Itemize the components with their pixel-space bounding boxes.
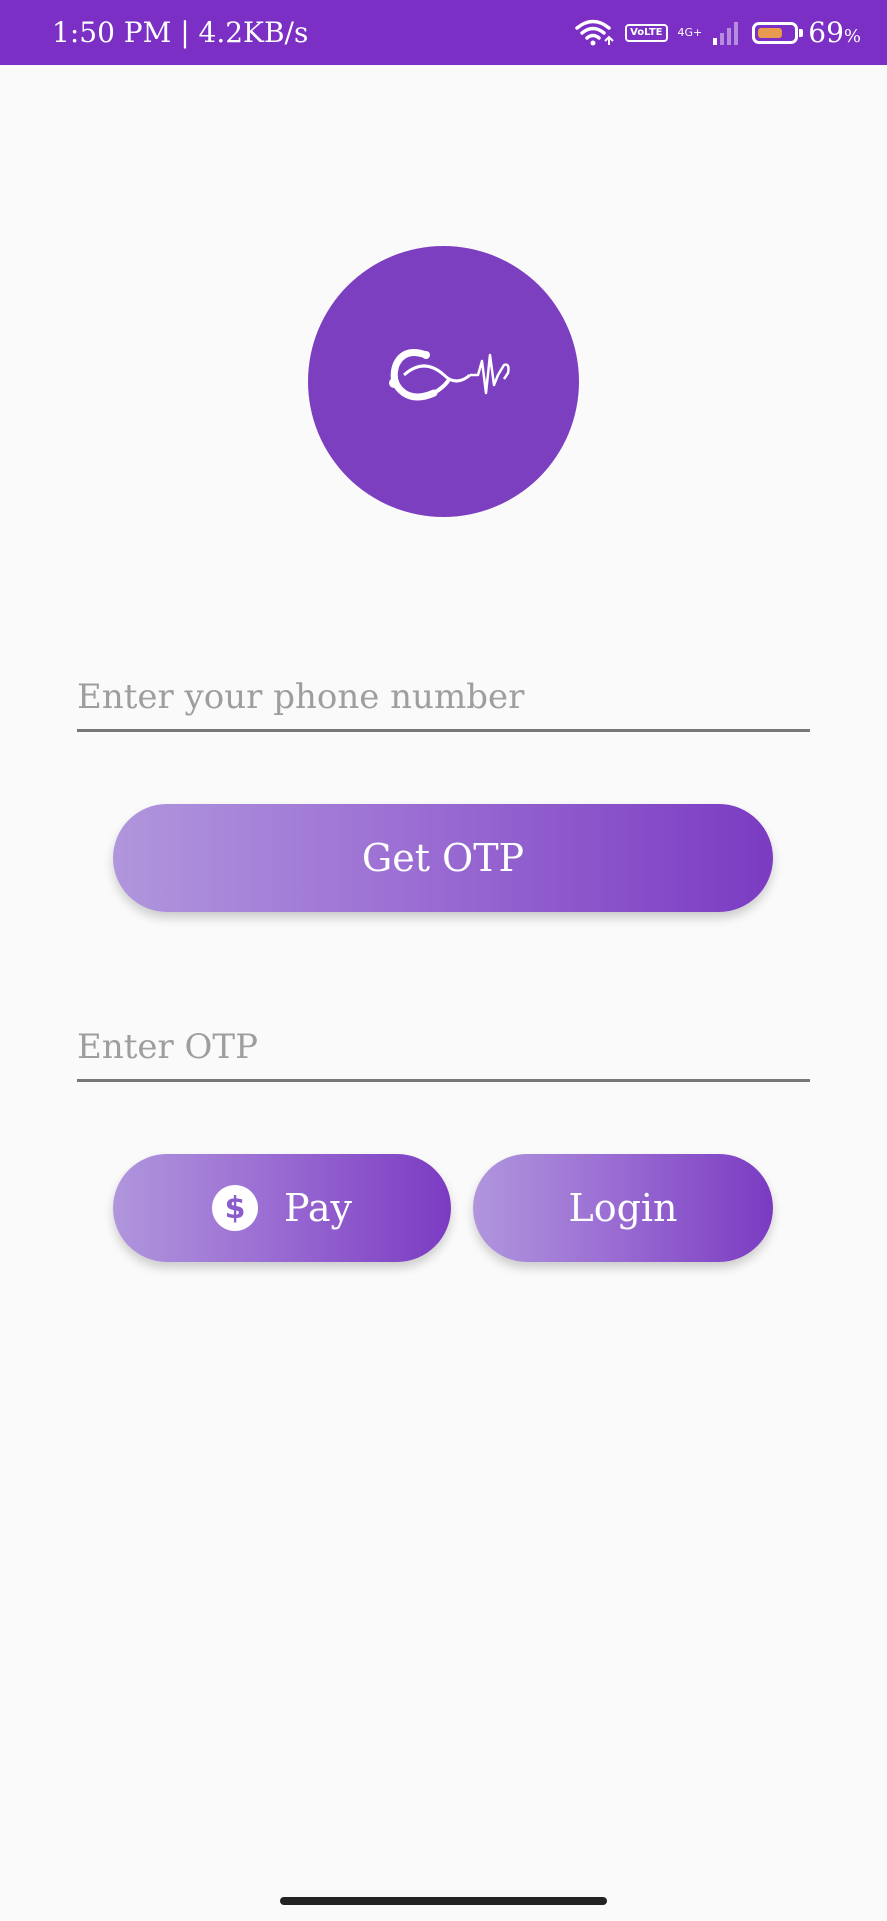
- battery-icon: [752, 21, 804, 44]
- volte-line1: Vo: [630, 26, 645, 38]
- battery-percent: 69%: [808, 16, 861, 49]
- status-icons: Vo LTE 4G+ 69%: [575, 0, 861, 65]
- login-label: Login: [568, 1186, 678, 1230]
- otp-input[interactable]: [77, 1015, 810, 1079]
- dollar-icon: $: [212, 1185, 258, 1231]
- network-type-label: 4G+: [677, 25, 703, 39]
- status-time-speed: 1:50 PM | 4.2KB/s: [52, 16, 309, 49]
- app-logo: [308, 246, 579, 517]
- get-otp-button[interactable]: Get OTP: [113, 804, 773, 912]
- gesture-nav-handle[interactable]: [280, 1897, 607, 1905]
- pay-label: Pay: [284, 1186, 352, 1230]
- network-type-icon: 4G+: [677, 25, 703, 39]
- battery-percent-unit: %: [843, 26, 861, 47]
- get-otp-label: Get OTP: [361, 836, 525, 880]
- signal-icon: [712, 20, 742, 46]
- status-bar: 1:50 PM | 4.2KB/s Vo LTE 4G+ 69%: [0, 0, 887, 65]
- stethoscope-heartbeat-icon: [374, 335, 514, 429]
- battery-percent-value: 69: [808, 16, 844, 49]
- phone-input[interactable]: [77, 665, 810, 729]
- volte-line2: LTE: [644, 26, 663, 38]
- otp-field[interactable]: [77, 1015, 810, 1082]
- wifi-icon: [575, 19, 615, 47]
- volte-icon: Vo LTE: [625, 23, 668, 42]
- login-button[interactable]: Login: [473, 1154, 773, 1262]
- phone-field[interactable]: [77, 665, 810, 732]
- pay-button[interactable]: $ Pay: [113, 1154, 451, 1262]
